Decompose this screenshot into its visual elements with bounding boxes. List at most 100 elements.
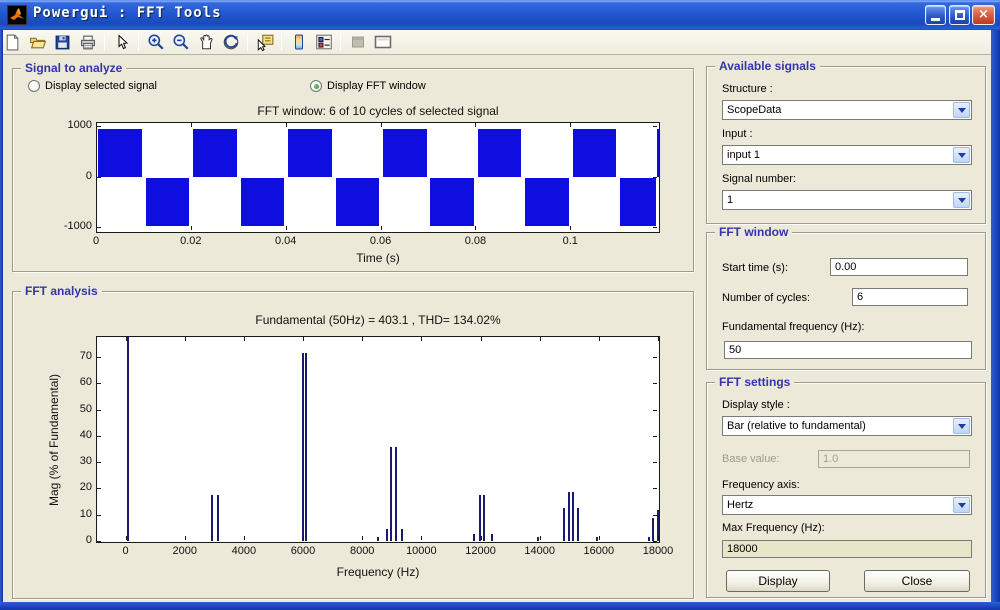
figure-toolbar <box>0 30 1000 55</box>
radio-label: Display FFT window <box>327 80 426 92</box>
new-file-button[interactable] <box>1 32 24 53</box>
frequency-axis-value: Hertz <box>723 499 953 511</box>
max-frequency-input[interactable] <box>722 540 972 558</box>
rotate-3d-button[interactable] <box>219 32 242 53</box>
axis-tick <box>97 227 101 228</box>
display-style-dropdown[interactable]: Bar (relative to fundamental) <box>722 416 972 436</box>
axis-tick-label: 0 <box>71 235 121 247</box>
close-button[interactable]: × <box>972 5 995 25</box>
axis-tick <box>658 536 659 540</box>
display-selected-signal-radio[interactable]: Display selected signal <box>28 80 157 92</box>
axis-tick <box>653 515 657 516</box>
waveform-segment <box>241 178 285 226</box>
toolbar-separator <box>104 33 105 51</box>
axis-tick <box>191 123 192 127</box>
waveform-segment <box>620 178 656 226</box>
chevron-down-icon[interactable] <box>953 102 970 118</box>
axis-tick-label: 0 <box>46 170 92 182</box>
harmonic-bar <box>211 495 213 541</box>
fft-group-title: FFT analysis <box>21 284 102 298</box>
waveform-segment <box>193 129 237 177</box>
axis-tick <box>97 436 101 437</box>
axis-tick-label: 14000 <box>515 545 565 557</box>
toolbar-separator <box>138 33 139 51</box>
harmonic-bar <box>479 495 481 541</box>
waveform-segment <box>146 178 190 226</box>
harmonic-bar <box>127 337 129 541</box>
insert-legend-button[interactable] <box>312 32 335 53</box>
close-action-button[interactable]: Close <box>864 570 970 592</box>
fft-spectrum-plot[interactable] <box>96 336 660 543</box>
cycles-input[interactable] <box>852 288 968 306</box>
signal-number-value: 1 <box>723 194 953 206</box>
harmonic-bar <box>483 495 485 541</box>
axis-tick-label: 40 <box>46 429 92 441</box>
axis-tick <box>303 536 304 540</box>
print-icon <box>79 34 97 51</box>
axis-tick <box>286 123 287 127</box>
pointer-tool-button[interactable] <box>110 32 133 53</box>
harmonic-bar <box>568 492 570 541</box>
open-file-button[interactable] <box>26 32 49 53</box>
structure-value: ScopeData <box>723 104 953 116</box>
harmonic-bar <box>401 529 403 541</box>
axis-tick-label: -1000 <box>46 220 92 232</box>
rotate-3d-icon <box>222 33 240 51</box>
time-waveform-plot[interactable] <box>96 122 660 233</box>
save-button[interactable] <box>51 32 74 53</box>
zoom-in-button[interactable] <box>144 32 167 53</box>
legend-icon <box>315 33 333 51</box>
axis-tick <box>381 123 382 127</box>
axis-tick <box>421 536 422 540</box>
pan-hand-icon <box>197 33 215 51</box>
axis-tick <box>653 383 657 384</box>
insert-colorbar-button[interactable] <box>287 32 310 53</box>
fundamental-freq-label: Fundamental frequency (Hz): <box>722 321 864 333</box>
fundamental-freq-input[interactable] <box>724 341 972 359</box>
maximize-button[interactable] <box>949 5 970 25</box>
titlebar[interactable]: Powergui : FFT Tools × <box>0 0 1000 30</box>
display-button[interactable]: Display <box>726 570 830 592</box>
chevron-down-icon[interactable] <box>953 418 970 434</box>
display-style-label: Display style : <box>722 399 790 411</box>
fft-xaxis-label: Frequency (Hz) <box>96 565 660 579</box>
axis-tick <box>653 410 657 411</box>
chevron-down-icon[interactable] <box>953 497 970 513</box>
input-value: input 1 <box>723 149 953 161</box>
input-label: Input : <box>722 128 753 140</box>
axis-tick <box>540 536 541 540</box>
waveform-segment <box>383 129 427 177</box>
axis-tick-label: 0 <box>101 545 151 557</box>
structure-dropdown[interactable]: ScopeData <box>722 100 972 120</box>
axis-tick <box>191 226 192 230</box>
display-fft-window-radio[interactable]: Display FFT window <box>310 80 426 92</box>
chevron-down-icon[interactable] <box>953 192 970 208</box>
data-cursor-button[interactable] <box>253 32 276 53</box>
axis-tick-label: 0.04 <box>261 235 311 247</box>
fft-chart-title: Fundamental (50Hz) = 403.1 , THD= 134.02… <box>96 313 660 327</box>
harmonic-bar <box>395 447 397 541</box>
axis-tick-label: 2000 <box>160 545 210 557</box>
minimize-button[interactable] <box>925 5 946 25</box>
pan-tool-button[interactable] <box>194 32 217 53</box>
harmonic-bar <box>577 508 579 541</box>
input-dropdown[interactable]: input 1 <box>722 145 972 165</box>
chevron-down-icon[interactable] <box>953 147 970 163</box>
harmonic-bar <box>217 495 219 541</box>
harmonic-bar <box>302 353 304 541</box>
frequency-axis-dropdown[interactable]: Hertz <box>722 495 972 515</box>
signal-number-dropdown[interactable]: 1 <box>722 190 972 210</box>
axis-tick <box>362 337 363 341</box>
axis-tick <box>481 536 482 540</box>
axis-tick <box>381 226 382 230</box>
print-button[interactable] <box>76 32 99 53</box>
time-xaxis-label: Time (s) <box>96 251 660 265</box>
axis-tick-label: 60 <box>46 376 92 388</box>
axis-tick <box>599 337 600 341</box>
axis-tick-label: 30 <box>46 455 92 467</box>
zoom-out-button[interactable] <box>169 32 192 53</box>
axis-tick <box>421 337 422 341</box>
start-time-label: Start time (s): <box>722 262 788 274</box>
start-time-input[interactable] <box>830 258 968 276</box>
axis-tick-label: 0 <box>46 534 92 546</box>
